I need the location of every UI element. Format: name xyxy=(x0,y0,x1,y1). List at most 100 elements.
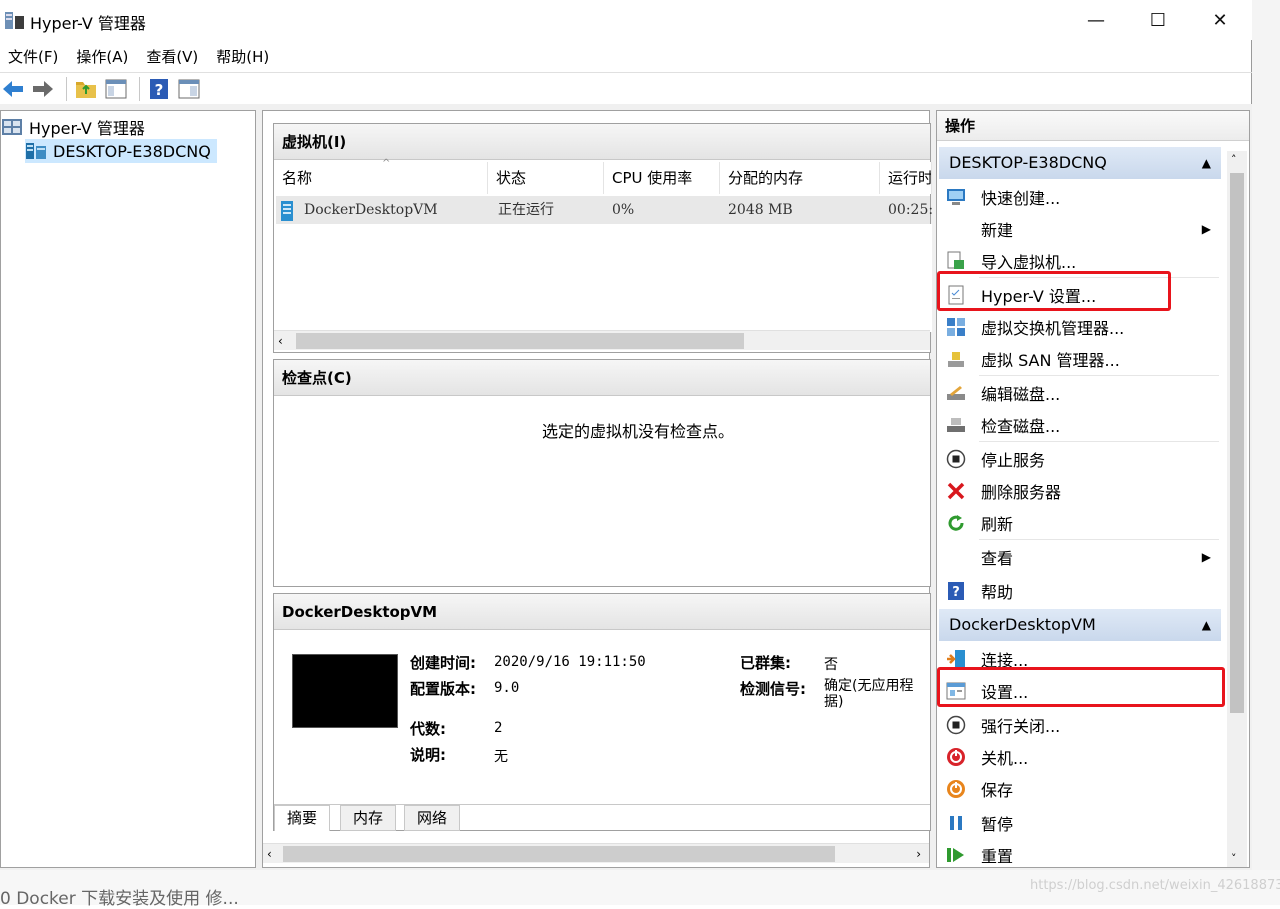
action-reset[interactable]: 重置 xyxy=(939,839,1221,871)
col-status[interactable]: 状态 xyxy=(488,162,604,194)
scrollbar-thumb[interactable] xyxy=(1230,173,1244,713)
action-remove-server[interactable]: 删除服务器 xyxy=(939,475,1221,507)
details-section: DockerDesktopVM 创建时间: 2020/9/16 19:11:50… xyxy=(273,593,931,831)
menu-file[interactable]: 文件(F) xyxy=(0,44,66,70)
action-refresh[interactable]: 刷新 xyxy=(939,507,1221,539)
title-bar: Hyper-V 管理器 — ☐ ✕ xyxy=(0,0,1252,40)
highlight-vm-settings xyxy=(937,667,1225,707)
center-pane: 虚拟机(I) ^ 名称 状态 CPU 使用率 分配的内存 运行时 DockerD… xyxy=(262,110,933,868)
created-value: 2020/9/16 19:11:50 xyxy=(494,654,646,670)
menu-view[interactable]: 查看(V) xyxy=(138,44,206,70)
collapse-icon[interactable]: ▲ xyxy=(1202,609,1211,641)
checkpoint-section: 检查点(C) 选定的虚拟机没有检查点。 xyxy=(273,359,931,587)
action-label: 刷新 xyxy=(981,515,1014,534)
vm-section-header: 虚拟机(I) xyxy=(274,124,930,160)
maximize-button[interactable]: ☐ xyxy=(1128,4,1188,36)
window-title: Hyper-V 管理器 xyxy=(30,14,146,33)
show-hide-console-tree-icon[interactable] xyxy=(103,76,129,102)
menu-action[interactable]: 操作(A) xyxy=(68,44,136,70)
forward-arrow-icon[interactable] xyxy=(30,76,56,102)
action-label: 虚拟 SAN 管理器... xyxy=(981,351,1120,370)
scroll-right-icon[interactable]: › xyxy=(916,844,921,864)
action-new[interactable]: 新建 ▶ xyxy=(939,213,1221,245)
watermark: https://blog.csdn.net/weixin_42618873 xyxy=(1030,878,1280,893)
scrollbar-thumb[interactable] xyxy=(296,333,744,349)
col-name[interactable]: 名称 xyxy=(274,162,488,194)
turn-off-icon xyxy=(945,714,967,736)
action-save[interactable]: 保存 xyxy=(939,773,1221,805)
action-label: 检查磁盘... xyxy=(981,417,1061,436)
action-help[interactable]: ? 帮助 xyxy=(939,575,1221,607)
collapse-icon[interactable]: ▲ xyxy=(1202,147,1211,179)
clustered-value: 否 xyxy=(824,657,838,673)
scroll-up-icon[interactable]: ˄ xyxy=(1231,153,1237,166)
tree-item-hyperv-root[interactable]: Hyper-V 管理器 xyxy=(1,115,145,139)
scroll-left-icon[interactable]: ‹ xyxy=(278,331,283,351)
background-article-title: 0 Docker 下载安装及使用 修... xyxy=(0,889,239,909)
action-group-vm-label: DockerDesktopVM xyxy=(949,615,1096,634)
action-pause[interactable]: 暂停 xyxy=(939,807,1221,839)
action-view[interactable]: 查看 ▶ xyxy=(939,541,1221,573)
action-shutdown[interactable]: 关机... xyxy=(939,741,1221,773)
tab-memory[interactable]: 内存 xyxy=(340,805,397,831)
heartbeat-label: 检测信号: xyxy=(740,680,806,698)
action-quick-create[interactable]: 快速创建... xyxy=(939,181,1221,213)
close-button[interactable]: ✕ xyxy=(1190,4,1250,36)
action-label: 保存 xyxy=(981,781,1014,800)
actions-vertical-scrollbar[interactable]: ˄ ˅ xyxy=(1227,151,1247,867)
action-turn-off[interactable]: 强行关闭... xyxy=(939,709,1221,741)
refresh-icon xyxy=(945,512,967,534)
help-icon: ? xyxy=(945,580,967,602)
vm-horizontal-scrollbar[interactable]: ‹ xyxy=(274,330,930,350)
inspect-disk-icon xyxy=(945,414,967,436)
scroll-down-icon[interactable]: ˅ xyxy=(1231,852,1237,865)
shutdown-icon xyxy=(945,746,967,768)
tree-server-label: DESKTOP-E38DCNQ xyxy=(53,141,211,161)
heartbeat-value-line2: 据) xyxy=(824,694,844,710)
scroll-left-icon[interactable]: ‹ xyxy=(267,844,272,864)
up-folder-icon[interactable] xyxy=(73,76,99,102)
action-label: 暂停 xyxy=(981,815,1014,834)
actions-title: 操作 xyxy=(937,111,1249,141)
col-memory[interactable]: 分配的内存 xyxy=(720,162,880,194)
generation-label: 代数: xyxy=(410,720,446,738)
col-cpu[interactable]: CPU 使用率 xyxy=(604,162,720,194)
minimize-button[interactable]: — xyxy=(1066,4,1126,36)
notes-value: 无 xyxy=(494,749,508,765)
vm-memory: 2048 MB xyxy=(728,202,793,218)
action-edit-disk[interactable]: 编辑磁盘... xyxy=(939,377,1221,409)
vm-thumbnail[interactable] xyxy=(292,654,398,728)
scrollbar-thumb[interactable] xyxy=(283,846,835,862)
col-uptime[interactable]: 运行时 xyxy=(880,162,932,194)
tab-network[interactable]: 网络 xyxy=(404,805,461,831)
clustered-label: 已群集: xyxy=(740,654,791,672)
tab-summary[interactable]: 摘要 xyxy=(274,805,331,831)
action-virtual-switch-manager[interactable]: 虚拟交换机管理器... xyxy=(939,311,1221,343)
action-label: 导入虚拟机... xyxy=(981,253,1077,272)
vm-section: 虚拟机(I) ^ 名称 状态 CPU 使用率 分配的内存 运行时 DockerD… xyxy=(273,123,933,353)
edit-disk-icon xyxy=(945,382,967,404)
back-arrow-icon[interactable] xyxy=(0,76,26,102)
heartbeat-value-line1: 确定(无应用程 xyxy=(824,678,914,694)
blank-icon xyxy=(945,546,967,568)
hyperv-manager-window: Hyper-V 管理器 — ☐ ✕ 文件(F) 操作(A) 查看(V) 帮助(H… xyxy=(0,0,1252,870)
vm-cpu: 0% xyxy=(612,202,635,218)
action-inspect-disk[interactable]: 检查磁盘... xyxy=(939,409,1221,441)
show-hide-action-pane-icon[interactable] xyxy=(176,76,202,102)
menu-help[interactable]: 帮助(H) xyxy=(208,44,277,70)
action-group-server[interactable]: DESKTOP-E38DCNQ ▲ xyxy=(939,147,1221,179)
action-group-vm[interactable]: DockerDesktopVM ▲ xyxy=(939,609,1221,641)
center-horizontal-scrollbar[interactable]: ‹ › xyxy=(263,843,929,863)
svg-text:?: ? xyxy=(952,585,960,600)
action-label: 帮助 xyxy=(981,583,1014,602)
action-stop-service[interactable]: 停止服务 xyxy=(939,443,1221,475)
svg-text:?: ? xyxy=(155,81,164,99)
tree-item-server[interactable]: DESKTOP-E38DCNQ xyxy=(25,139,217,163)
action-virtual-san-manager[interactable]: 虚拟 SAN 管理器... xyxy=(939,343,1221,375)
action-group-server-label: DESKTOP-E38DCNQ xyxy=(949,153,1107,172)
background-page-strip xyxy=(1252,0,1280,905)
hyperv-manager-icon xyxy=(2,119,22,135)
table-row[interactable]: DockerDesktopVM 正在运行 0% 2048 MB 00:25: xyxy=(276,196,933,224)
help-icon[interactable]: ? xyxy=(146,76,172,102)
import-icon xyxy=(945,250,967,272)
